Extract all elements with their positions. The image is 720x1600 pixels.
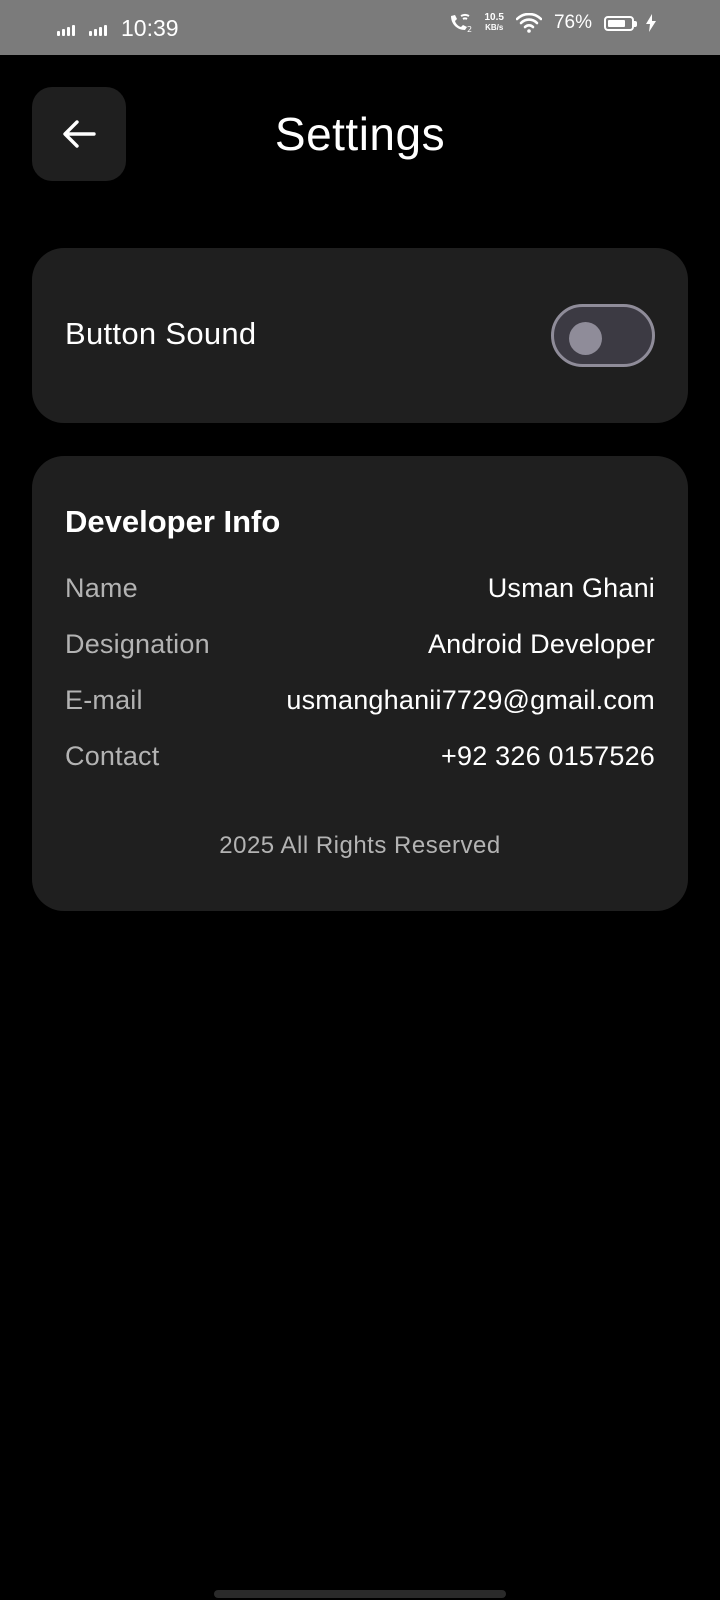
status-time: 10:39 xyxy=(121,15,179,41)
button-sound-toggle[interactable] xyxy=(551,304,655,367)
info-row-contact: Contact +92 326 0157526 xyxy=(65,736,655,776)
info-value: Usman Ghani xyxy=(487,572,655,603)
info-key: E-mail xyxy=(65,684,143,715)
wifi-icon xyxy=(515,13,542,33)
battery-fill xyxy=(608,19,625,27)
navigation-handle[interactable] xyxy=(214,1590,506,1598)
info-key: Contact xyxy=(65,740,160,771)
wifi-call-icon: 2 xyxy=(450,13,472,34)
info-value: +92 326 0157526 xyxy=(441,740,655,771)
developer-info-title: Developer Info xyxy=(65,504,281,539)
page-title: Settings xyxy=(274,108,446,160)
button-sound-label: Button Sound xyxy=(65,316,257,351)
button-sound-card: Button Sound xyxy=(32,248,688,423)
svg-text:2: 2 xyxy=(467,25,472,34)
battery-percent: 76% xyxy=(553,12,592,33)
network-speed-unit: KB/s xyxy=(485,23,504,32)
info-row-designation: Designation Android Developer xyxy=(65,624,655,664)
developer-info-card: Developer Info Name Usman Ghani Designat… xyxy=(32,456,688,911)
status-bar-right: 2 10.5 KB/s 76% xyxy=(447,12,656,34)
info-row-email: E-mail usmanghanii7729@gmail.com xyxy=(65,680,655,720)
network-speed-value: 10.5 xyxy=(484,12,504,23)
signal-icon xyxy=(57,20,75,36)
copyright-text: 2025 All Rights Reserved xyxy=(219,832,501,859)
network-speed: 10.5 KB/s xyxy=(485,13,504,33)
charging-icon xyxy=(646,14,656,32)
toggle-knob xyxy=(569,322,602,355)
info-row-name: Name Usman Ghani xyxy=(65,568,655,608)
info-key: Designation xyxy=(65,628,210,659)
status-bar: 10:39 2 10.5 KB/s 76% xyxy=(0,0,720,55)
info-value: usmanghanii7729@gmail.com xyxy=(286,684,655,715)
signal-icon xyxy=(89,20,107,36)
info-value: Android Developer xyxy=(427,628,655,659)
info-key: Name xyxy=(65,572,138,603)
battery-icon xyxy=(604,15,637,31)
status-bar-left: 10:39 xyxy=(57,14,179,42)
